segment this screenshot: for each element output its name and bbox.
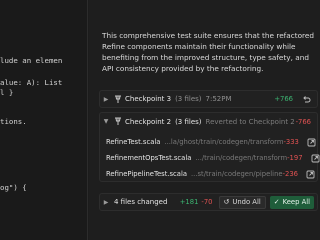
- checkpoint-2-panel: ▼ Checkpoint 2 (3 files) Reverted to Che…: [99, 112, 320, 182]
- code-editor-pane[interactable]: lude an elemen alue: A): List l } tions.…: [0, 0, 88, 240]
- undo-all-button[interactable]: ↺ Undo All: [218, 195, 266, 209]
- lines-removed: -236: [282, 170, 298, 178]
- assistant-message: This comprehensive test suite ensures th…: [102, 31, 315, 73]
- changes-bar: ▶ 4 files changed +181 -70 ↺ Undo All ✓ …: [99, 193, 318, 211]
- file-path: ...la/ghost/train/codegen/transform: [164, 138, 284, 146]
- reverted-status: Reverted to Checkpoint 2: [205, 117, 295, 126]
- chat-panel: This comprehensive test suite ensures th…: [89, 0, 320, 240]
- checkpoint-title: Checkpoint 2: [125, 117, 172, 126]
- checkpoint-title: Checkpoint 3: [125, 95, 172, 103]
- checkpoint-file-count: (3 files): [175, 117, 202, 126]
- code-line: lude an elemen: [0, 56, 63, 65]
- lines-removed: -197: [287, 154, 303, 162]
- open-file-icon[interactable]: [307, 138, 316, 147]
- checkpoint-3-row[interactable]: ▶ Checkpoint 3 (3 files) 7:52PM +766: [99, 90, 318, 108]
- checkpoint-pin-icon: [112, 95, 123, 104]
- checkpoint-file-count: (3 files): [175, 95, 202, 103]
- lines-removed: -766: [295, 117, 311, 126]
- keep-all-button[interactable]: ✓ Keep All: [269, 195, 314, 209]
- open-file-icon[interactable]: [306, 170, 315, 179]
- file-row[interactable]: RefinementOpsTest.scala .../train/codege…: [100, 150, 320, 166]
- chevron-right-icon[interactable]: ▶: [100, 96, 112, 103]
- file-path: .../train/codegen/transform: [195, 154, 288, 162]
- undo-icon[interactable]: [299, 95, 313, 104]
- lines-added: +181: [179, 198, 199, 206]
- checkpoint-pin-icon: [112, 117, 123, 126]
- file-row[interactable]: RefinePipelineTest.scala ...st/train/cod…: [100, 166, 317, 182]
- code-line: tions.: [0, 117, 27, 126]
- chevron-down-icon[interactable]: ▼: [100, 118, 112, 125]
- code-line: og") {: [0, 183, 27, 192]
- open-file-icon[interactable]: [311, 154, 320, 163]
- lines-added: +766: [274, 95, 293, 103]
- lines-removed: -70: [201, 198, 213, 206]
- checkpoint-time: 7:52PM: [205, 95, 232, 103]
- file-name: RefinePipelineTest.scala: [106, 170, 188, 178]
- file-name: RefineTest.scala: [106, 138, 161, 146]
- file-path: ...st/train/codegen/pipeline: [191, 170, 283, 178]
- checkpoint-2-header[interactable]: ▼ Checkpoint 2 (3 files) Reverted to Che…: [100, 113, 317, 130]
- file-row[interactable]: RefineTest.scala ...la/ghost/train/codeg…: [100, 134, 317, 150]
- undo-all-label: Undo All: [232, 198, 261, 206]
- code-line: alue: A): List: [0, 78, 63, 87]
- keep-all-label: Keep All: [282, 198, 310, 206]
- file-name: RefinementOpsTest.scala: [106, 154, 192, 162]
- lines-removed: -333: [283, 138, 299, 146]
- checkmark-icon: ✓: [273, 198, 280, 206]
- files-changed-count: 4 files changed: [114, 198, 168, 206]
- code-line: l }: [0, 88, 14, 97]
- undo-icon: ↺: [223, 198, 230, 206]
- chevron-right-icon[interactable]: ▶: [100, 199, 112, 206]
